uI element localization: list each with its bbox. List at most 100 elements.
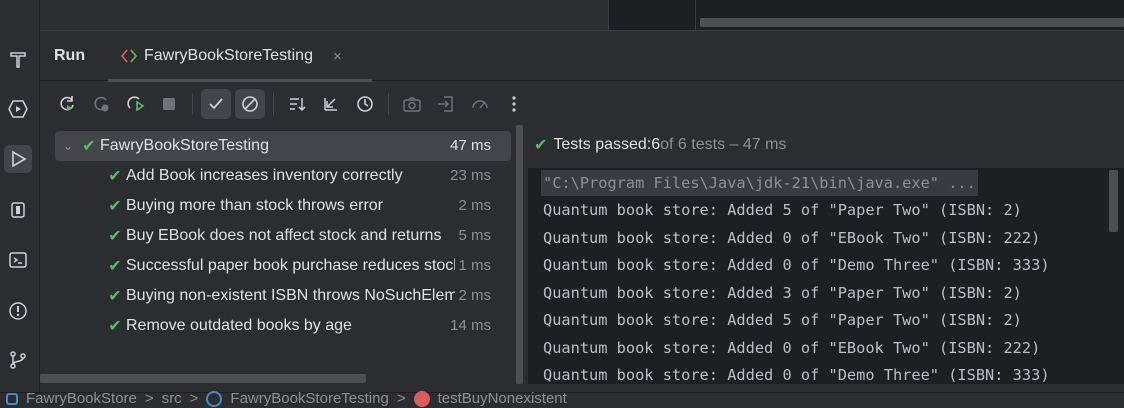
screenshot-button[interactable]: [397, 89, 427, 119]
breadcrumb-folder[interactable]: src: [162, 390, 182, 407]
toolbar-separator: [273, 92, 274, 115]
test-row[interactable]: ✔ Remove outdated books by age 14 ms: [104, 311, 491, 341]
project-icon: [6, 392, 18, 405]
show-passed-toggle[interactable]: [201, 88, 231, 119]
check-icon: ✔: [108, 258, 122, 275]
breadcrumb: FawryBookStore > src > FawryBookStoreTes…: [0, 390, 1124, 408]
console-line: Quantum book store: Added 0 of "EBook Tw…: [543, 339, 1041, 357]
stop-button[interactable]: [154, 89, 184, 119]
test-row[interactable]: ✔ Successful paper book purchase reduces…: [104, 251, 491, 281]
chevron-down-icon[interactable]: ⌄: [58, 139, 78, 153]
test-duration: 14 ms: [447, 311, 491, 341]
terminal-tool-button[interactable]: [4, 246, 32, 274]
test-name: Buying more than stock throws error: [126, 197, 383, 214]
check-icon: ✔: [108, 288, 122, 305]
rerun-button[interactable]: [52, 89, 82, 119]
git-branch-icon: [10, 351, 26, 369]
test-row[interactable]: ✔ Buying non-existent ISBN throws NoSuch…: [104, 281, 491, 311]
breadcrumb-separator: >: [396, 390, 406, 407]
test-duration: 47 ms: [447, 131, 491, 161]
tool-window-stripe: [0, 0, 40, 392]
terminal-icon: [9, 252, 27, 268]
run-tool-button[interactable]: [4, 145, 32, 173]
tab-label: FawryBookStoreTesting: [144, 47, 313, 64]
history-button[interactable]: [350, 89, 380, 119]
breadcrumb-separator: >: [144, 390, 154, 407]
services-icon: [8, 100, 28, 118]
method-icon: [413, 390, 430, 407]
test-results-tree: ⌄ ✔ FawryBookStoreTesting 47 ms ✔ Add Bo…: [40, 125, 514, 384]
tab-fawry-book-store-testing[interactable]: FawryBookStoreTesting ×: [108, 31, 372, 82]
test-duration: 2 ms: [455, 191, 491, 221]
problems-icon: [9, 302, 27, 320]
test-row[interactable]: ✔ Buy EBook does not affect stock and re…: [104, 221, 491, 251]
console-vertical-scrollbar[interactable]: [1109, 170, 1118, 232]
build-tool-button[interactable]: [4, 46, 32, 74]
check-icon: ✔: [108, 318, 122, 335]
tree-horizontal-scrollbar[interactable]: [40, 374, 366, 383]
test-duration: 2 ms: [455, 281, 491, 311]
breadcrumb-method[interactable]: testBuyNonexistent: [438, 390, 567, 407]
history-icon: [357, 95, 373, 112]
rerun-failed-button[interactable]: [86, 89, 116, 119]
editor-top-strip: [40, 0, 1124, 31]
rerun-icon: [60, 95, 74, 111]
close-icon[interactable]: ×: [333, 48, 342, 65]
test-duration: 1 ms: [455, 251, 491, 281]
collapse-all-button[interactable]: [316, 89, 346, 119]
check-icon: ✔: [108, 228, 122, 245]
editor-horizontal-scrollbar[interactable]: [700, 18, 1124, 27]
test-row[interactable]: ✔ Add Book increases inventory correctly…: [104, 161, 491, 191]
test-duration: 5 ms: [455, 221, 491, 251]
editor-left-pane: [40, 0, 608, 30]
test-row[interactable]: ✔ Buying more than stock throws error 2 …: [104, 191, 491, 221]
tool-window-title: Run: [54, 47, 86, 64]
ignored-icon: [242, 95, 258, 112]
console-output[interactable]: "C:\Program Files\Java\jdk-21\bin\java.e…: [528, 168, 1124, 384]
status-suffix: of 6 tests – 47 ms: [660, 136, 787, 153]
git-tool-button[interactable]: [4, 346, 32, 374]
test-name: Buying non-existent ISBN throws NoSuchEl…: [126, 287, 456, 304]
test-name: Buy EBook does not affect stock and retu…: [126, 227, 442, 244]
import-tests-button[interactable]: [431, 89, 461, 119]
problems-tool-button[interactable]: [4, 297, 32, 325]
tree-vertical-scrollbar[interactable]: [516, 125, 523, 384]
check-icon: ✔: [534, 137, 548, 154]
coverage-button[interactable]: [465, 89, 495, 119]
ide-window: Run FawryBookStoreTesting × ⌄ ✔ FawryBoo…: [0, 0, 1124, 408]
divider: [695, 0, 696, 30]
camera-icon: [403, 96, 421, 112]
breadcrumb-separator: >: [189, 390, 199, 407]
import-icon: [438, 95, 453, 112]
check-icon: ✔: [108, 198, 122, 215]
check-icon: ✔: [82, 138, 96, 155]
bookmark-icon: [11, 202, 25, 218]
run-toolbar: [40, 82, 1124, 125]
run-tool-window-header: Run FawryBookStoreTesting ×: [40, 31, 1124, 82]
sort-button[interactable]: [282, 89, 312, 119]
run-icon: [12, 150, 27, 168]
debug-tool-button[interactable]: [4, 196, 32, 224]
more-actions-button[interactable]: [499, 89, 529, 119]
breadcrumb-class[interactable]: FawryBookStoreTesting: [230, 390, 388, 407]
status-prefix: Tests passed:: [553, 136, 652, 153]
breadcrumb-project[interactable]: FawryBookStore: [26, 390, 137, 407]
stop-icon: [163, 97, 175, 110]
more-vertical-icon: [512, 95, 516, 112]
tree-root-row[interactable]: ⌄ ✔ FawryBookStoreTesting 47 ms: [55, 131, 511, 161]
check-icon: ✔: [108, 168, 122, 185]
test-suite-name: FawryBookStoreTesting: [100, 137, 269, 154]
services-tool-button[interactable]: [4, 95, 32, 123]
check-icon: [209, 97, 223, 109]
test-name: Remove outdated books by age: [126, 317, 352, 334]
test-name: Add Book increases inventory correctly: [126, 167, 403, 184]
toggle-auto-test-button[interactable]: [120, 89, 150, 119]
console-line: Quantum book store: Added 3 of "Paper Tw…: [543, 284, 1022, 302]
console-line: Quantum book store: Added 0 of "Demo Thr…: [543, 256, 1050, 274]
status-passed-count: 6: [651, 136, 661, 153]
show-ignored-toggle[interactable]: [235, 88, 265, 119]
panel-splitter[interactable]: [514, 125, 526, 384]
auto-test-icon: [127, 95, 145, 111]
rerun-failed-icon: [94, 96, 109, 111]
divider: [608, 0, 609, 30]
